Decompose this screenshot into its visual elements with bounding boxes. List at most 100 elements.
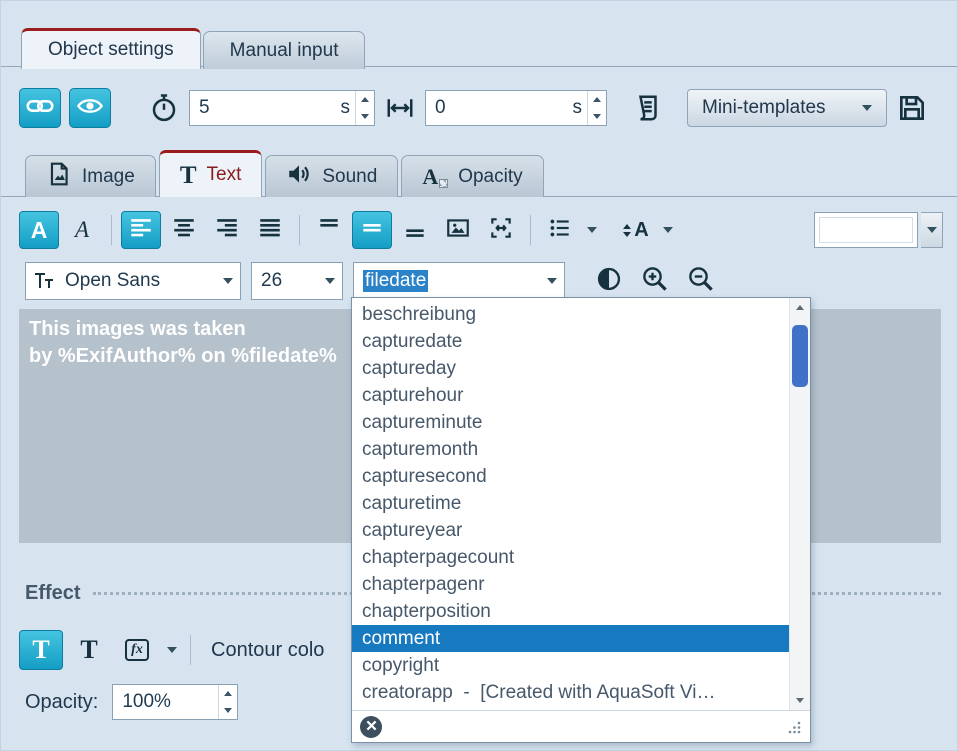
offset-value[interactable]: 0 [426,97,573,119]
valign-top-button[interactable] [309,211,349,249]
list-item[interactable]: capturesecond [352,463,789,490]
list-item[interactable]: captureyear [352,517,789,544]
content-tab-bar: Image T Text Sound A Opacity [25,150,544,197]
close-button[interactable] [360,716,382,738]
effect-dropdown-button[interactable] [163,631,180,669]
chevron-down-icon [663,227,673,233]
bullet-list-icon [547,215,573,246]
list-item[interactable]: chapterpagenr [352,571,789,598]
font-toolbar: Open Sans 26 filedate [25,261,943,301]
spin-up-button[interactable] [356,91,374,108]
tab-label: Opacity [458,166,522,188]
list-item[interactable]: beschreibung [352,301,789,328]
tab-sound[interactable]: Sound [265,155,398,197]
valign-middle-button[interactable] [352,211,392,249]
font-color-dropdown-button[interactable] [921,212,943,248]
list-button[interactable] [540,211,580,249]
list-item[interactable]: chapterposition [352,598,789,625]
list-item[interactable]: captureday [352,355,789,382]
variable-value[interactable]: filedate [363,270,428,292]
align-center-button[interactable] [164,211,204,249]
zoom-out-button[interactable] [683,263,719,299]
align-right-button[interactable] [207,211,247,249]
valign-top-icon [316,215,342,246]
chevron-down-icon [587,227,597,233]
list-item[interactable]: copyright [352,652,789,679]
zoom-in-button[interactable] [637,263,673,299]
chevron-down-icon[interactable] [318,263,342,299]
visibility-button[interactable] [69,88,111,128]
duration-spinner[interactable]: 5 s [189,90,375,126]
tab-image[interactable]: Image [25,155,156,197]
link-duration-button[interactable] [19,88,61,128]
font-color-field[interactable] [814,212,918,248]
effect-toolbar: T T fx Contour colo [19,628,324,672]
valign-bottom-button[interactable] [395,211,435,249]
valign-middle-icon [359,215,385,246]
line-spacing-button[interactable]: A [616,211,656,249]
list-item[interactable]: captureminute [352,409,789,436]
spin-up-button[interactable] [219,685,237,702]
list-item[interactable]: capturehour [352,382,789,409]
mini-templates-dropdown[interactable]: Mini-templates [687,89,887,127]
object-settings-panel: Object settings Manual input 5 s [0,0,958,751]
toolbar-separator [111,215,112,245]
eye-icon [76,92,104,125]
duration-unit: s [341,97,356,119]
font-size-value: 26 [252,270,282,292]
font-size-combobox[interactable]: 26 [251,262,343,300]
chevron-down-icon[interactable] [540,263,564,299]
spin-down-button[interactable] [588,108,606,125]
align-left-button[interactable] [121,211,161,249]
toolbar-separator [190,635,191,665]
line-spacing-dropdown-button[interactable] [659,211,676,249]
image-file-icon [46,161,72,193]
bold-button[interactable]: A [19,211,59,249]
text-icon: T [180,163,197,188]
list-item[interactable]: chapterpagecount [352,544,789,571]
spin-down-button[interactable] [356,108,374,125]
scrollbar-track[interactable] [790,317,810,691]
contrast-button[interactable] [591,263,627,299]
scroll-up-button[interactable] [790,298,810,317]
chevron-down-icon[interactable] [216,263,240,299]
chevron-down-icon [927,227,937,233]
align-left-icon [128,215,154,246]
list-item[interactable]: creatorapp - [Created with AquaSoft Vi… [352,679,789,706]
spin-up-button[interactable] [588,91,606,108]
duration-value[interactable]: 5 [190,97,341,119]
list-item[interactable]: capturetime [352,490,789,517]
tab-manual-input[interactable]: Manual input [203,31,366,69]
tab-text[interactable]: T Text [159,150,263,197]
list-item[interactable]: capturedate [352,328,789,355]
contour-text-button[interactable]: T [19,630,63,670]
insert-image-button[interactable] [438,211,478,249]
tab-opacity[interactable]: A Opacity [401,155,543,197]
list-item[interactable]: capturemonth [352,436,789,463]
plain-text-button[interactable]: T [67,630,111,670]
offset-spinner[interactable]: 0 s [425,90,607,126]
font-family-combobox[interactable]: Open Sans [25,262,241,300]
tab-object-settings[interactable]: Object settings [21,28,201,69]
italic-button[interactable]: A [62,211,102,249]
tab-label: Sound [322,166,377,188]
font-icon [26,269,56,293]
fit-text-button[interactable] [481,211,521,249]
opacity-value[interactable]: 100% [113,691,218,713]
tab-label: Text [207,164,242,186]
list-item-selected[interactable]: comment [352,625,789,652]
scroll-down-button[interactable] [790,691,810,710]
list-dropdown-button[interactable] [583,211,600,249]
fx-effect-button[interactable]: fx [115,630,159,670]
save-icon[interactable] [895,91,929,125]
spin-down-button[interactable] [219,702,237,719]
variable-combobox[interactable]: filedate [353,262,565,300]
close-icon [366,718,377,736]
scrollbar-thumb[interactable] [792,325,808,387]
opacity-spinner[interactable]: 100% [112,684,238,720]
justify-button[interactable] [250,211,290,249]
scrollbar[interactable] [789,298,810,710]
resize-grip[interactable] [786,719,802,735]
script-icon[interactable] [631,91,665,125]
mini-templates-label: Mini-templates [702,97,850,119]
